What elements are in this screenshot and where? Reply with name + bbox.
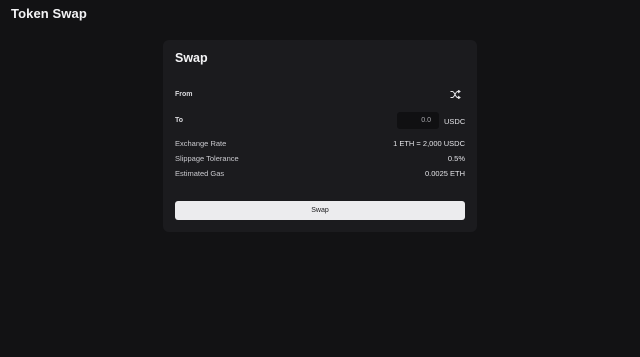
estimated-gas-value: 0.0025 ETH xyxy=(424,169,465,178)
app-title: Token Swap xyxy=(11,6,87,21)
exchange-rate-value: 1 ETH = 2,000 USDC xyxy=(393,139,465,148)
estimated-gas-label: Estimated Gas xyxy=(175,169,225,178)
amount-input[interactable] xyxy=(397,112,439,129)
to-label: To xyxy=(175,117,184,124)
to-token-label: USDC xyxy=(444,117,466,126)
slippage-label: Slippage Tolerance xyxy=(175,154,239,163)
swap-card: Swap From To USDC Exchange Rate 1 ETH = … xyxy=(163,40,477,232)
shuffle-icon xyxy=(450,86,461,104)
slippage-value: 0.5% xyxy=(447,154,465,163)
card-title: Swap xyxy=(175,51,208,65)
swap-button[interactable]: Swap xyxy=(175,201,465,220)
swap-direction-button[interactable] xyxy=(447,88,463,102)
exchange-rate-label: Exchange Rate xyxy=(175,139,227,148)
from-label: From xyxy=(175,91,193,98)
